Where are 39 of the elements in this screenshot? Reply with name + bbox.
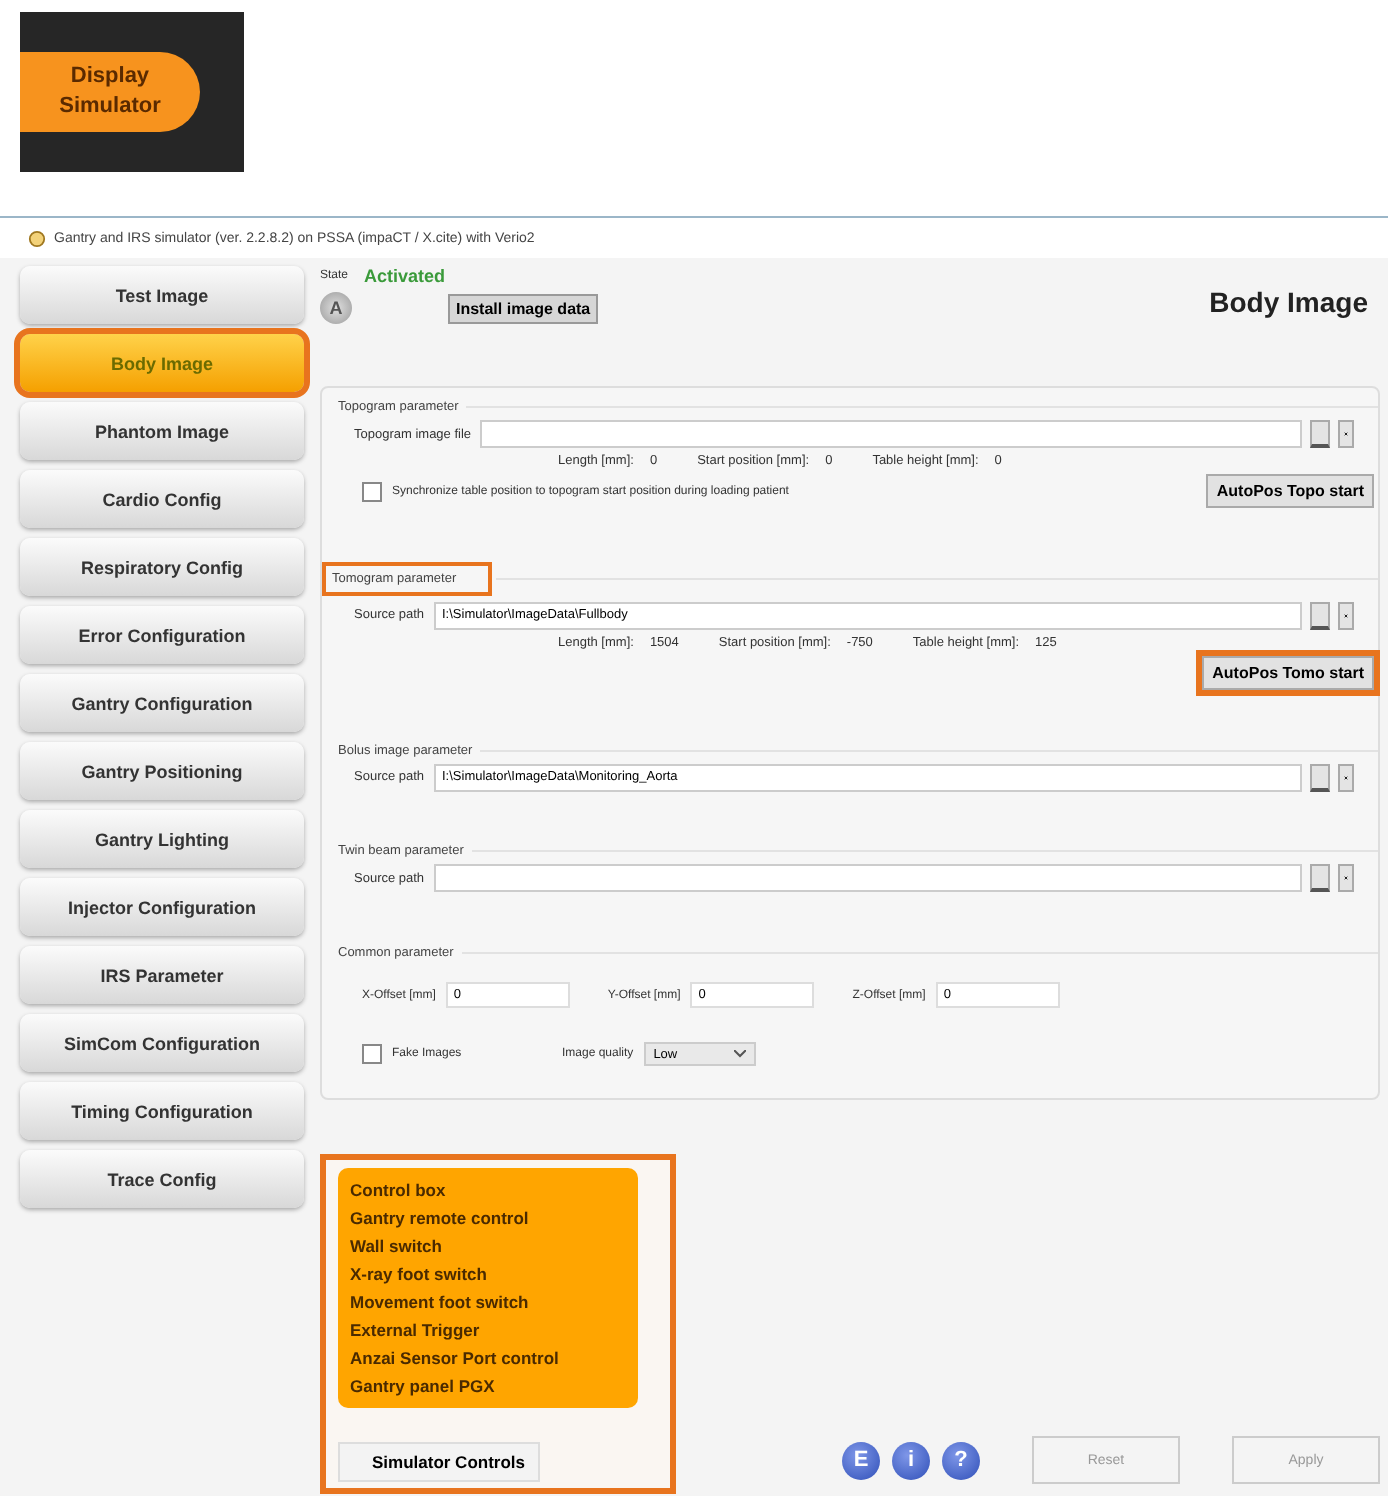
sidebar-item[interactable]: SimCom Configuration (20, 1014, 304, 1072)
display-simulator-badge: Display Simulator (20, 52, 200, 132)
install-image-data-button[interactable]: Install image data (448, 293, 599, 323)
menu-item[interactable]: Gantry remote control (350, 1204, 626, 1232)
state-value: Activated (364, 266, 446, 286)
sidebar-item[interactable]: Test Image (20, 266, 304, 324)
menu-item[interactable]: Movement foot switch (350, 1288, 626, 1316)
sidebar-item[interactable]: Cardio Config (20, 470, 304, 528)
sidebar-item[interactable]: IRS Parameter (20, 946, 304, 1004)
sidebar-item[interactable]: Timing Configuration (20, 1082, 304, 1140)
menu-item[interactable]: X-ray foot switch (350, 1260, 626, 1288)
sidebar-item[interactable]: Respiratory Config (20, 538, 304, 596)
sidebar-item[interactable]: Gantry Positioning (20, 742, 304, 800)
simulator-controls-button[interactable]: Simulator Controls (338, 1442, 540, 1482)
menu-item[interactable]: Control box (350, 1176, 626, 1204)
checkbox[interactable] (362, 1044, 382, 1064)
menu-item[interactable]: Gantry panel PGX (350, 1372, 626, 1400)
browse-button[interactable] (1310, 763, 1330, 791)
page-title: Body Image (1209, 286, 1368, 318)
sidebar-item[interactable]: Phantom Image (20, 402, 304, 460)
status-avatar: A (320, 292, 352, 324)
menu-item[interactable]: External Trigger (350, 1316, 626, 1344)
browse-button[interactable] (1310, 420, 1330, 448)
sidebar-item[interactable]: Injector Configuration (20, 878, 304, 936)
checkbox[interactable] (362, 481, 382, 501)
autopos-button[interactable]: AutoPos Tomo start (1202, 655, 1374, 690)
caret-icon (733, 1050, 746, 1058)
sidebar-item[interactable]: Gantry Configuration (20, 674, 304, 732)
menu-item[interactable]: Wall switch (350, 1232, 626, 1260)
sidebar-item[interactable]: Gantry Lighting (20, 810, 304, 868)
app-icon (28, 229, 46, 247)
menu-item[interactable]: Anzai Sensor Port control (350, 1344, 626, 1372)
sidebar-item[interactable]: Error Configuration (20, 606, 304, 664)
path-field[interactable] (434, 864, 1302, 893)
autopos-button[interactable]: AutoPos Topo start (1206, 474, 1374, 508)
sidebar-item[interactable]: Trace Config (20, 1150, 304, 1208)
browse-button[interactable] (1310, 601, 1330, 630)
browse-button[interactable] (1310, 864, 1330, 893)
path-field[interactable] (479, 420, 1302, 448)
